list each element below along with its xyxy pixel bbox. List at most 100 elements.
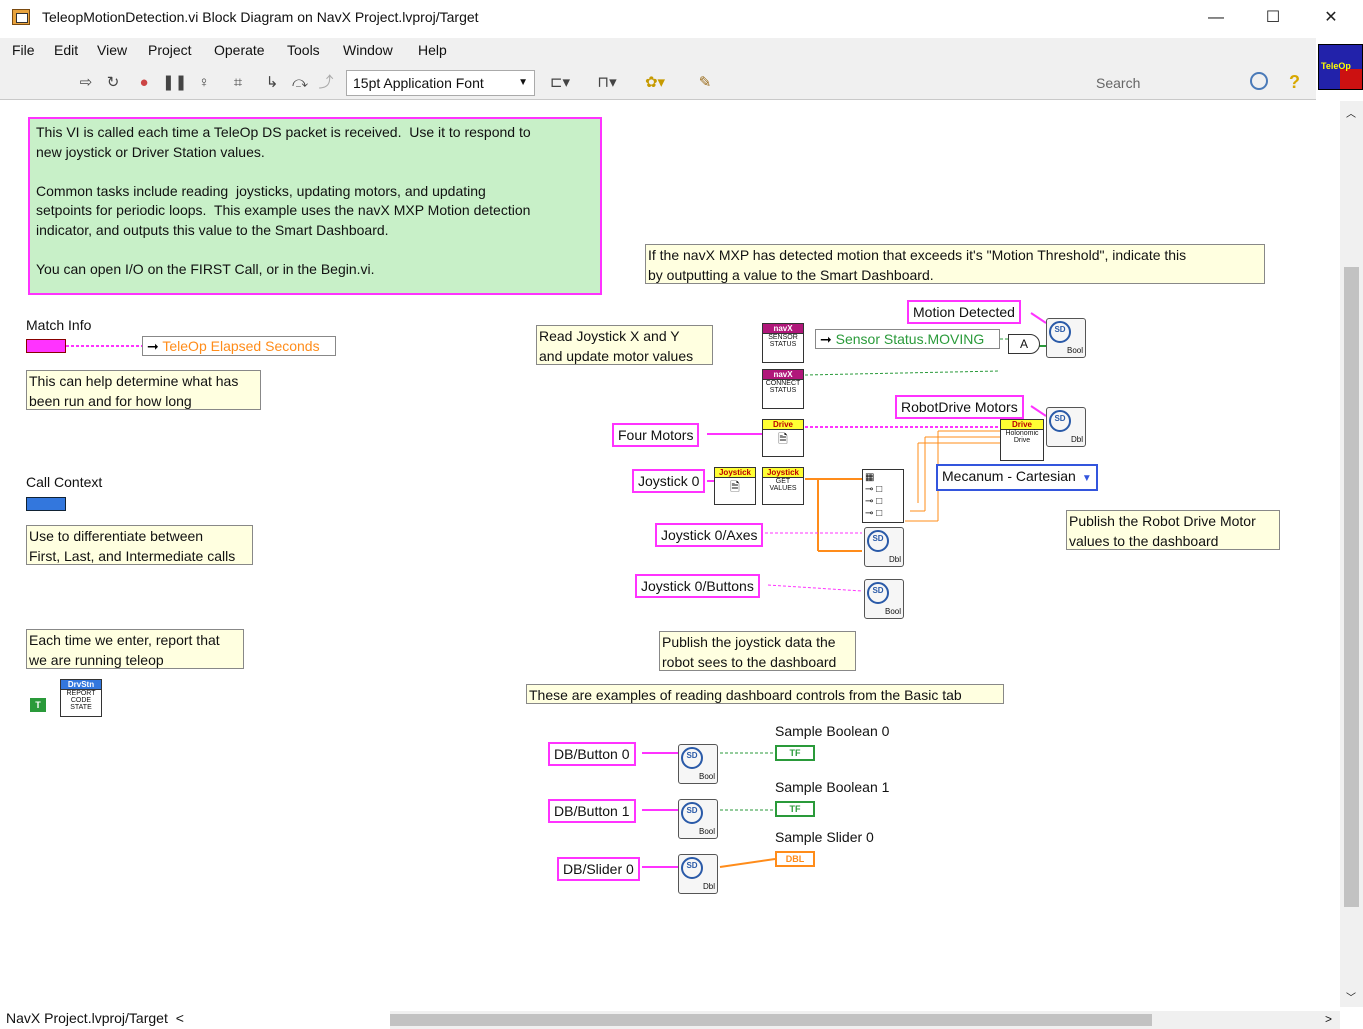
sample-boolean0-label: Sample Boolean 0 <box>775 723 890 739</box>
joy2-header: Joystick <box>763 468 803 478</box>
abort-icon[interactable]: ● <box>134 73 154 93</box>
run-continuously-icon[interactable]: ↻ <box>103 73 123 93</box>
teleop-elapsed-seconds[interactable]: ➞ TeleOp Elapsed Seconds <box>142 336 336 356</box>
and-gate[interactable]: A <box>1008 334 1040 354</box>
publish-joystick-comment: Publish the joystick data the robot sees… <box>659 631 856 671</box>
step-into-icon[interactable]: ↳ <box>262 73 282 93</box>
examples-comment: These are examples of reading dashboard … <box>526 684 1004 704</box>
scroll-left-icon[interactable]: < <box>176 1010 184 1026</box>
menu-help[interactable]: Help <box>418 42 447 58</box>
true-constant[interactable]: T <box>30 698 46 712</box>
call-context-terminal[interactable] <box>26 497 66 511</box>
maximize-button[interactable]: ☐ <box>1250 4 1296 32</box>
four-motors-string[interactable]: Four Motors <box>612 423 700 447</box>
ds-node-body: REPORT CODE STATE <box>66 690 96 711</box>
menu-window[interactable]: Window <box>343 42 393 58</box>
scroll-right-icon[interactable]: > <box>1325 1012 1332 1026</box>
navx2-body: CONNECT STATUS <box>765 380 801 394</box>
align-objects-icon[interactable]: ⊏▾ <box>545 73 575 93</box>
match-info-terminal[interactable] <box>26 339 66 353</box>
navx-sensor-status-node[interactable]: navX SENSOR STATUS <box>762 323 804 363</box>
report-code-state-node[interactable]: DrvStn REPORT CODE STATE <box>60 679 102 717</box>
search-input[interactable]: Search <box>1096 75 1140 91</box>
joystick0-buttons-string[interactable]: Joystick 0/Buttons <box>635 574 760 598</box>
menu-operate[interactable]: Operate <box>214 42 265 58</box>
context-help-icon[interactable]: ? <box>1289 72 1305 94</box>
db-button0-string[interactable]: DB/Button 0 <box>548 742 636 766</box>
sd-put-dbl-axes[interactable]: Dbl <box>864 527 904 567</box>
block-diagram-canvas[interactable]: This VI is called each time a TeleOp DS … <box>0 101 1340 1007</box>
sensor-status-moving[interactable]: ➞ Sensor Status.MOVING <box>815 329 1000 349</box>
sample-slider0-indicator[interactable]: DBL <box>775 851 815 867</box>
minimize-button[interactable]: — <box>1193 4 1239 32</box>
horizontal-scroll-thumb[interactable] <box>390 1014 1152 1026</box>
sample-boolean0-indicator[interactable]: TF <box>775 745 815 761</box>
menu-edit[interactable]: Edit <box>54 42 78 58</box>
db-button1-string[interactable]: DB/Button 1 <box>548 799 636 823</box>
pause-icon[interactable]: ❚❚ <box>162 73 187 93</box>
font-select[interactable]: 15pt Application Font ▼ <box>346 70 535 96</box>
drive-mode-value: Mecanum - Cartesian <box>942 468 1076 484</box>
sd-type-bool: Bool <box>1066 346 1083 355</box>
joystick0-axes-string[interactable]: Joystick 0/Axes <box>655 523 764 547</box>
menu-file[interactable]: File <box>12 42 35 58</box>
close-button[interactable]: ✕ <box>1308 4 1354 32</box>
drive2-body: Holonomic Drive <box>1005 430 1039 444</box>
sd-put-bool-motion[interactable]: Bool <box>1046 318 1086 358</box>
robotdrive-motors-string[interactable]: RobotDrive Motors <box>895 395 1024 419</box>
navx-header: navX <box>763 324 803 334</box>
toolbar: ⇨ ↻ ● ❚❚ ♀ ⌗ ↳ ⤼ ⤴ 15pt Application Font… <box>0 64 1316 100</box>
vertical-scrollbar[interactable]: ︿ ﹀ <box>1340 101 1363 1007</box>
joystick-refnum-node[interactable]: Joystick 🗎 <box>714 467 756 505</box>
sample-boolean1-indicator[interactable]: TF <box>775 801 815 817</box>
sample-boolean1-label: Sample Boolean 1 <box>775 779 890 795</box>
sd-put-dbl-motors[interactable]: Dbl <box>1046 407 1086 447</box>
font-select-value: 15pt Application Font <box>353 75 484 91</box>
menu-tools[interactable]: Tools <box>287 42 320 58</box>
menu-project[interactable]: Project <box>148 42 192 58</box>
sd-get-dbl-slider0[interactable]: Dbl <box>678 854 718 894</box>
retain-wire-values-icon[interactable]: ⌗ <box>228 73 248 93</box>
scroll-up-icon[interactable]: ︿ <box>1346 105 1356 120</box>
sd-type-bool-buttons: Bool <box>884 607 901 616</box>
vi-icon: TeleOp <box>1318 44 1363 90</box>
reorder-icon[interactable]: ✿▾ <box>640 73 670 93</box>
joystick-get-values-node[interactable]: Joystick GET VALUES <box>762 467 804 505</box>
drive-header: Drive <box>763 420 803 430</box>
drive-mode-ring[interactable]: Mecanum - Cartesian ▼ <box>936 464 1098 491</box>
match-info-label: Match Info <box>26 317 92 333</box>
drive2-header: Drive <box>1001 420 1043 430</box>
step-over-icon[interactable]: ⤼ <box>290 73 310 93</box>
chevron-down-icon: ▼ <box>518 77 528 88</box>
document-icon: 🗎 <box>778 432 788 446</box>
sd-type-dbl-axes: Dbl <box>888 555 901 564</box>
index-array-node[interactable]: ▦ ⊸ □ ⊸ □ ⊸ □ <box>862 469 904 523</box>
highlight-execution-icon[interactable]: ♀ <box>194 73 214 93</box>
distribute-objects-icon[interactable]: ⊓▾ <box>592 73 622 93</box>
scroll-down-icon[interactable]: ﹀ <box>1346 989 1356 1004</box>
drive-refnum-node[interactable]: Drive 🗎 <box>762 419 804 457</box>
run-arrow-icon[interactable]: ⇨ <box>76 73 96 93</box>
document-icon: 🗎 <box>730 480 740 494</box>
vertical-scroll-thumb[interactable] <box>1344 267 1359 907</box>
motion-detected-string[interactable]: Motion Detected <box>907 300 1021 324</box>
joystick0-string[interactable]: Joystick 0 <box>632 469 706 493</box>
read-joystick-comment: Read Joystick X and Y and update motor v… <box>536 325 713 365</box>
joy1-header: Joystick <box>715 468 755 478</box>
main-comment: This VI is called each time a TeleOp DS … <box>28 117 602 295</box>
cleanup-diagram-icon[interactable]: ✎ <box>690 73 720 93</box>
search-box[interactable]: Search <box>1096 72 1272 96</box>
sd-get-bool-button1[interactable]: Bool <box>678 799 718 839</box>
sd-type-dbl-s0: Dbl <box>702 882 715 891</box>
labview-app-icon <box>12 9 30 25</box>
menu-view[interactable]: View <box>97 42 127 58</box>
sd-get-bool-button0[interactable]: Bool <box>678 744 718 784</box>
db-slider0-string[interactable]: DB/Slider 0 <box>557 857 640 881</box>
sd-put-bool-buttons[interactable]: Bool <box>864 579 904 619</box>
teleop-help-comment: Each time we enter, report that we are r… <box>26 629 244 669</box>
holonomic-drive-node[interactable]: Drive Holonomic Drive <box>1000 419 1044 461</box>
horizontal-scrollbar[interactable] <box>390 1011 1340 1029</box>
search-icon[interactable] <box>1250 72 1268 90</box>
step-out-icon[interactable]: ⤴ <box>316 73 336 93</box>
navx-connect-status-node[interactable]: navX CONNECT STATUS <box>762 369 804 409</box>
